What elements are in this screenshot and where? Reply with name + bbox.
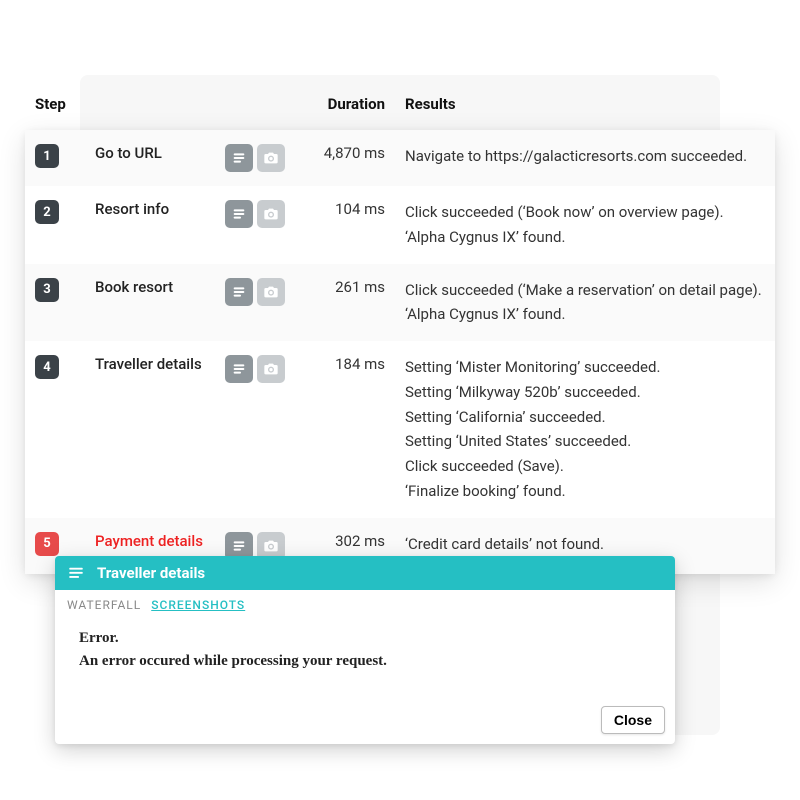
header-results: Results: [405, 95, 765, 113]
step-duration: 104 ms: [305, 200, 405, 218]
table-row[interactable]: 4 Traveller details 184 msSetting ‘Mister …: [25, 341, 775, 518]
log-icon[interactable]: [225, 200, 253, 228]
panel-header[interactable]: Traveller details: [55, 556, 675, 590]
result-line: Setting ‘United States’ succeeded.: [405, 429, 765, 454]
table-row[interactable]: 3 Book resort 261 msClick succeeded (‘Make…: [25, 264, 775, 342]
camera-icon[interactable]: [257, 355, 285, 383]
table-row[interactable]: 1 Go to URL 4,870 msNavigate to https://ga…: [25, 130, 775, 186]
camera-icon[interactable]: [257, 278, 285, 306]
table-row[interactable]: 2 Resort info 104 msClick succeeded (‘Book…: [25, 186, 775, 264]
step-name: Resort info: [95, 200, 225, 218]
result-line: Navigate to https://galacticresorts.com …: [405, 144, 765, 169]
step-number-badge: 4: [35, 355, 59, 379]
step-name: Payment details: [95, 532, 225, 550]
step-number-badge: 2: [35, 200, 59, 224]
panel-footer: Close: [55, 698, 675, 744]
result-line: Setting ‘Mister Monitoring’ succeeded.: [405, 355, 765, 380]
result-line: Click succeeded (‘Make a reservation’ on…: [405, 278, 765, 303]
error-message: An error occured while processing your r…: [79, 653, 651, 670]
result-line: Click succeeded (‘Book now’ on overview …: [405, 200, 765, 225]
log-icon[interactable]: [225, 278, 253, 306]
panel-tabs: WATERFALL SCREENSHOTS: [55, 590, 675, 622]
step-name: Traveller details: [95, 355, 225, 373]
camera-icon[interactable]: [257, 200, 285, 228]
result-line: Click succeeded (Save).: [405, 454, 765, 479]
result-line: ‘Finalize booking’ found.: [405, 479, 765, 504]
step-duration: 184 ms: [305, 355, 405, 373]
close-button[interactable]: Close: [601, 706, 665, 734]
panel-title: Traveller details: [97, 564, 205, 582]
header-duration: Duration: [305, 95, 405, 113]
step-duration: 4,870 ms: [305, 144, 405, 162]
step-results: ‘Credit card details’ not found.: [405, 532, 765, 557]
tab-screenshots[interactable]: SCREENSHOTS: [151, 598, 245, 612]
step-number-badge: 5: [35, 532, 59, 556]
table-header: Step Duration Results: [25, 95, 775, 113]
result-line: ‘Alpha Cygnus IX’ found.: [405, 225, 765, 250]
result-line: ‘Alpha Cygnus IX’ found.: [405, 302, 765, 327]
menu-icon: [67, 564, 85, 582]
step-results: Click succeeded (‘Make a reservation’ on…: [405, 278, 765, 328]
header-step: Step: [35, 95, 95, 113]
log-icon[interactable]: [225, 144, 253, 172]
result-line: ‘Credit card details’ not found.: [405, 532, 765, 557]
step-detail-panel: Traveller details WATERFALL SCREENSHOTS …: [55, 556, 675, 744]
step-results: Setting ‘Mister Monitoring’ succeeded.Se…: [405, 355, 765, 504]
step-results: Navigate to https://galacticresorts.com …: [405, 144, 765, 169]
step-name: Book resort: [95, 278, 225, 296]
tab-waterfall[interactable]: WATERFALL: [67, 598, 141, 612]
step-number-badge: 3: [35, 278, 59, 302]
step-duration: 302 ms: [305, 532, 405, 550]
header-name-spacer: [95, 95, 225, 113]
step-number-badge: 1: [35, 144, 59, 168]
steps-table: 1 Go to URL 4,870 msNavigate to https://ga…: [25, 130, 775, 574]
panel-body: Error. An error occured while processing…: [55, 622, 675, 698]
step-name: Go to URL: [95, 144, 225, 162]
step-duration: 261 ms: [305, 278, 405, 296]
log-icon[interactable]: [225, 355, 253, 383]
camera-icon[interactable]: [257, 144, 285, 172]
header-icons-spacer: [225, 95, 305, 113]
step-results: Click succeeded (‘Book now’ on overview …: [405, 200, 765, 250]
result-line: Setting ‘Milkyway 520b’ succeeded.: [405, 380, 765, 405]
error-title: Error.: [79, 630, 651, 647]
result-line: Setting ‘California’ succeeded.: [405, 405, 765, 430]
